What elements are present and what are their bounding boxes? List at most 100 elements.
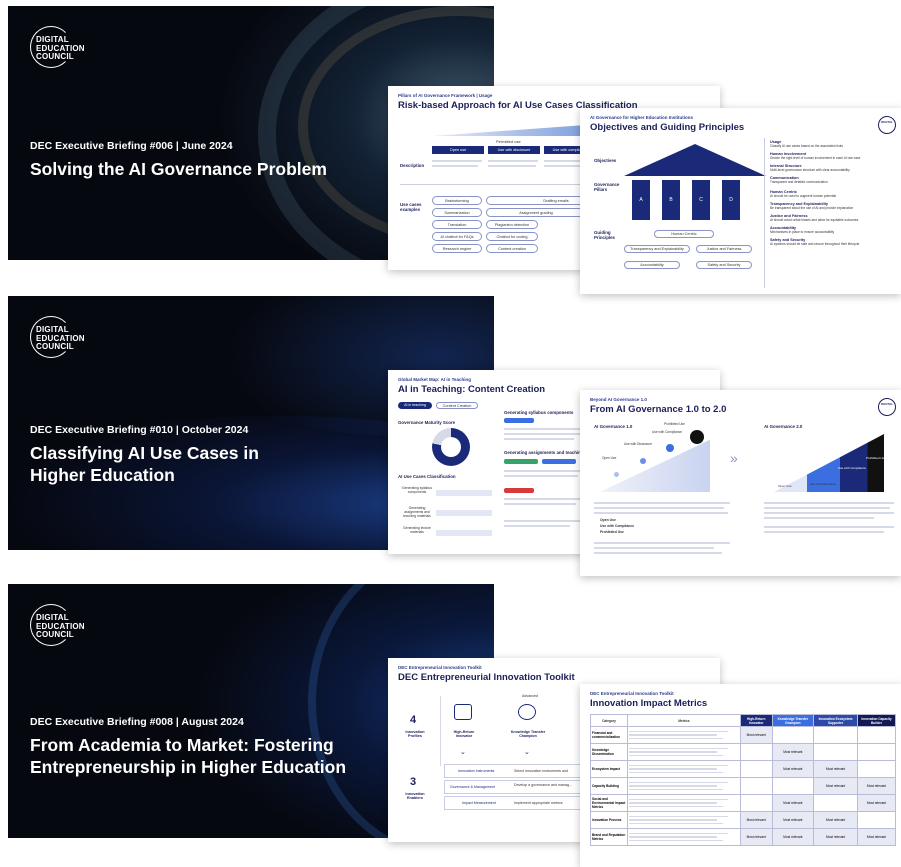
right-item: Human Involvement Decide the right level … <box>770 152 861 160</box>
description-text-line <box>432 165 478 167</box>
table-row: Capacity Building Most relevant Most relev… <box>590 777 896 795</box>
tab-ai-in-teaching[interactable]: AI in teaching <box>398 402 432 409</box>
preview-slide-governance-2[interactable]: Beyond AI Governance 1.0 From AI Governa… <box>580 390 901 576</box>
relevance-cell: Most relevant <box>740 726 773 744</box>
relevance-cell <box>813 794 858 812</box>
relevance-cell: Most relevant <box>771 760 815 778</box>
relevance-cell: Most relevant <box>771 794 815 812</box>
relevance-cell: Most relevant <box>813 777 858 795</box>
relevance-cell <box>857 760 896 778</box>
slide-title: Objectives and Guiding Principles <box>590 122 745 133</box>
slide-kicker: DEC Entrepreneurial Innovation Toolkit <box>398 665 482 670</box>
stage-label: Use with Disclosure <box>624 442 652 446</box>
enablers-label: Innovation Enablers <box>405 792 425 800</box>
right-item: Safety and Security AI systems should be … <box>770 238 860 246</box>
text-line <box>764 512 894 514</box>
enabler-name: Governance & Management <box>450 785 495 789</box>
text-line <box>504 498 584 500</box>
briefing-eyebrow: DEC Executive Briefing #008 | August 202… <box>30 716 244 728</box>
relevance-cell <box>740 777 773 795</box>
briefing-title: Classifying AI Use Cases in Higher Educa… <box>30 443 259 485</box>
category-cell: Social and Environmental Impact Metrics <box>590 794 628 812</box>
text-line <box>504 520 584 522</box>
text-line <box>594 552 722 554</box>
briefing-title: From Academia to Market: Fostering Entre… <box>30 735 347 777</box>
briefing-eyebrow: DEC Executive Briefing #010 | October 20… <box>30 424 249 436</box>
principle-pill: Human Centric <box>654 230 714 238</box>
header-cell: Innovation Ecosystem Supporter <box>813 714 858 727</box>
enablers-count: 3 <box>410 776 417 788</box>
briefing-row-2: DIGITAL EDUCATION COUNCIL DEC Executive Br… <box>0 290 901 580</box>
relevance-cell: Most relevant <box>813 828 858 846</box>
metrics-cell <box>627 743 741 761</box>
bullet-item: Use with Compliance <box>600 524 635 528</box>
text-line <box>594 507 724 509</box>
relevance-cell <box>740 743 773 761</box>
category-cell: Innovation Process <box>590 811 628 829</box>
chevron-down-icon: ⌄ <box>460 749 466 756</box>
relevance-cell: Most relevant <box>771 811 815 829</box>
description-text-line <box>432 160 482 162</box>
enabler-name: Impact Measurement <box>462 801 496 805</box>
dec-logo: DIGITAL EDUCATION COUNCIL <box>30 316 85 360</box>
relevance-cell: Most relevant <box>740 811 773 829</box>
classification-bar <box>436 530 492 536</box>
permitted-use-label: Permitted use <box>496 139 521 144</box>
stage-dot <box>614 472 619 477</box>
category-cell: Ecosystem Impact <box>590 760 628 778</box>
pillars-label: Governance Pillars <box>594 182 620 192</box>
preview-slide-impact-metrics[interactable]: DEC Entrepreneurial Innovation Toolkit I… <box>580 684 901 867</box>
classification-bar <box>436 510 492 516</box>
tag-green <box>504 459 538 464</box>
relevance-cell <box>857 811 896 829</box>
header-cell: High-Return Innovator <box>740 714 773 727</box>
principles-label: Guiding Principles <box>594 230 615 240</box>
divider <box>440 696 441 766</box>
header-cell: Innovation Capacity Builder <box>857 714 896 727</box>
metrics-cell <box>627 811 741 829</box>
dec-logo-small: DIGITAL <box>878 398 896 416</box>
stage-dot <box>640 458 646 464</box>
stage-label: Use with Compliance <box>652 430 682 434</box>
metrics-cell <box>627 794 741 812</box>
slide-title: AI in Teaching: Content Creation <box>398 384 546 395</box>
relevance-cell: Most relevant <box>857 777 896 795</box>
table-row: Social and Environmental Impact Metrics M… <box>590 794 896 812</box>
relevance-cell: Most relevant <box>771 743 815 761</box>
stage-dot <box>666 444 674 452</box>
relevance-cell: Most relevant <box>740 828 773 846</box>
robot-icon <box>454 704 472 720</box>
slide-kicker: Beyond AI Governance 1.0 <box>590 397 647 402</box>
relevance-cell <box>740 760 773 778</box>
dec-logo: DIGITAL EDUCATION COUNCIL <box>30 604 85 648</box>
relevance-cell: Most relevant <box>771 828 815 846</box>
text-line <box>504 433 580 435</box>
relevance-cell <box>857 726 896 744</box>
row-label-description: Description <box>400 163 425 168</box>
column-use-with-disclosure: Use with disclosure <box>488 146 540 154</box>
profiles-count: 4 <box>410 714 417 726</box>
relevance-cell <box>813 743 858 761</box>
relevance-cell <box>813 726 858 744</box>
briefing-title: Solving the AI Governance Problem <box>30 159 327 179</box>
governance-1-label: AI Governance 1.0 <box>594 424 633 429</box>
relevance-cell <box>771 726 815 744</box>
use-case-pill: Brainstorming <box>432 196 482 205</box>
slide-title: From AI Governance 1.0 to 2.0 <box>590 404 727 415</box>
enabler-text: Select innovation instruments and <box>514 769 568 773</box>
preview-slide-objectives[interactable]: AI Governance for Higher Education Insti… <box>580 108 901 294</box>
stage-label: Use with Compliance <box>838 466 867 470</box>
profile-label: High-Return Innovator <box>453 730 475 738</box>
tab-content-creation[interactable]: Content Creation <box>436 402 478 409</box>
relevance-cell: Most relevant <box>857 828 896 846</box>
text-line <box>594 547 714 549</box>
enabler-text: Implement appropriate metrics <box>514 801 563 805</box>
stage-label: Open Use <box>602 456 617 460</box>
profile-label: Knowledge Transfer Champion <box>510 730 546 738</box>
text-line <box>594 512 728 514</box>
text-line <box>504 503 576 505</box>
principle-pill: Justice and Fairness <box>696 245 752 253</box>
slide-kicker: Pillars of AI Governance Framework | Usa… <box>398 93 493 98</box>
use-case-pill: Summarization <box>432 208 482 217</box>
relevance-cell <box>857 743 896 761</box>
